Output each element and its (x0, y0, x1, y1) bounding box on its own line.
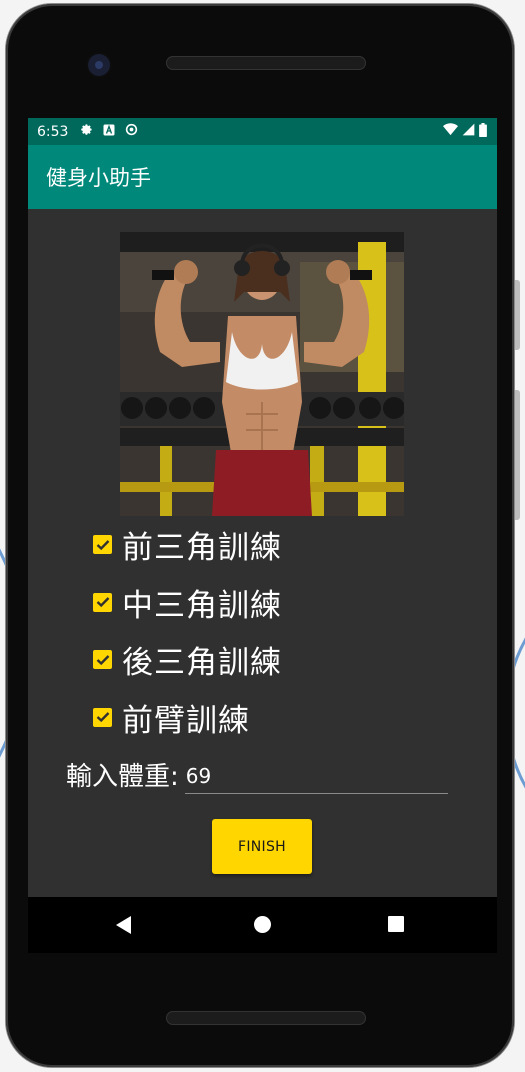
emulator-stage: 6:53 健身小助手 前三角訓練 中三角訓練 後三角訓練 前臂訓練 輸入體重: … (0, 0, 525, 1072)
check-row-middle-delt[interactable]: 中三角訓練 (90, 574, 470, 632)
checkbox-checked-icon[interactable] (93, 535, 112, 555)
check-label: 中三角訓練 (122, 587, 282, 624)
battery-icon (479, 122, 487, 141)
recents-icon[interactable] (388, 916, 404, 932)
check-label: 前三角訓練 (122, 530, 282, 567)
system-icons (443, 122, 487, 141)
navigation-bar (28, 897, 497, 953)
checkbox-checked-icon[interactable] (93, 707, 112, 727)
weight-input-row: 輸入體重: 69 (66, 754, 466, 794)
weight-input[interactable]: 69 (184, 759, 448, 794)
check-row-front-delt[interactable]: 前三角訓練 (90, 516, 470, 574)
status-bar: 6:53 (28, 118, 497, 145)
wifi-icon (443, 123, 458, 140)
weight-label: 輸入體重: (66, 762, 179, 792)
check-label: 後三角訓練 (122, 645, 282, 682)
home-icon[interactable] (254, 916, 271, 933)
check-row-forearm[interactable]: 前臂訓練 (90, 689, 470, 747)
app-screen: 6:53 健身小助手 前三角訓練 中三角訓練 後三角訓練 前臂訓練 輸入體重: … (28, 118, 497, 897)
signal-icon (462, 123, 475, 140)
notification-icons (80, 123, 138, 140)
checkbox-checked-icon[interactable] (93, 650, 112, 670)
power-button[interactable] (514, 280, 520, 350)
gear-icon (80, 123, 93, 140)
app-title: 健身小助手 (46, 166, 151, 190)
checkbox-checked-icon[interactable] (93, 592, 112, 612)
finish-button[interactable]: FINISH (212, 819, 312, 874)
front-camera (88, 54, 110, 76)
sync-icon (125, 123, 138, 140)
a-notification-icon (103, 124, 115, 140)
check-label: 前臂訓練 (122, 702, 250, 739)
back-icon[interactable] (116, 916, 131, 934)
app-toolbar: 健身小助手 (28, 145, 497, 209)
status-time: 6:53 (37, 123, 69, 140)
volume-rocker[interactable] (514, 390, 520, 520)
check-row-rear-delt[interactable]: 後三角訓練 (90, 631, 470, 689)
fitness-woman-flexing-photo (120, 232, 404, 516)
earpiece-speaker (166, 56, 366, 70)
bottom-speaker (166, 1011, 366, 1025)
training-checklist: 前三角訓練 中三角訓練 後三角訓練 前臂訓練 (90, 516, 470, 746)
